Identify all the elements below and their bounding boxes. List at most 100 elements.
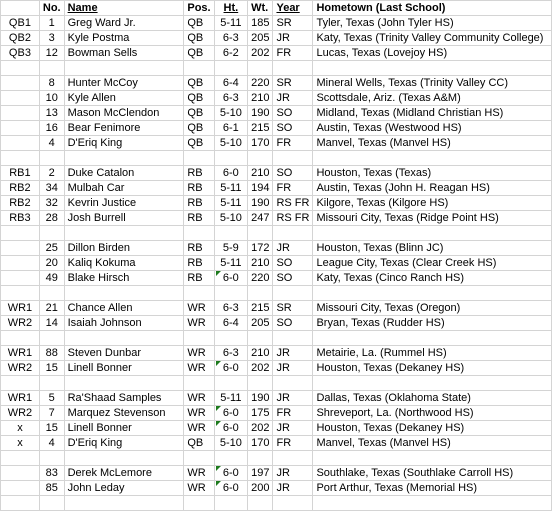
depth-chart-cell[interactable]: QB1 xyxy=(0,15,40,31)
weight-cell[interactable]: 190 xyxy=(247,390,274,406)
hometown-cell[interactable]: Manvel, Texas (Manvel HS) xyxy=(312,435,552,451)
hometown-cell[interactable]: Bryan, Texas (Rudder HS) xyxy=(312,315,552,331)
jersey-number-cell[interactable] xyxy=(38,285,65,301)
depth-chart-cell[interactable] xyxy=(0,225,40,241)
position-cell[interactable] xyxy=(183,285,215,301)
position-cell[interactable]: WR xyxy=(183,300,215,316)
jersey-number-cell[interactable] xyxy=(38,450,65,466)
header-pos-cell[interactable]: Pos. xyxy=(183,0,215,16)
height-cell[interactable]: 6-2 xyxy=(213,45,249,61)
height-cell[interactable]: 6-4 xyxy=(213,315,249,331)
weight-cell[interactable]: 170 xyxy=(247,135,274,151)
jersey-number-cell[interactable]: 16 xyxy=(38,120,65,136)
jersey-number-cell[interactable]: 21 xyxy=(38,300,65,316)
class-year-cell[interactable] xyxy=(272,375,314,391)
hometown-cell[interactable]: Manvel, Texas (Manvel HS) xyxy=(312,135,552,151)
position-cell[interactable]: QB xyxy=(183,105,215,121)
height-cell[interactable]: 6-3 xyxy=(213,300,249,316)
height-cell[interactable]: 6-0 xyxy=(213,420,249,436)
player-name-cell[interactable] xyxy=(63,330,185,346)
depth-chart-cell[interactable] xyxy=(0,450,40,466)
depth-chart-cell[interactable]: RB2 xyxy=(0,180,40,196)
height-cell[interactable] xyxy=(213,150,249,166)
class-year-cell[interactable] xyxy=(272,450,314,466)
class-year-cell[interactable]: JR xyxy=(272,480,314,496)
position-cell[interactable]: QB xyxy=(183,45,215,61)
player-name-cell[interactable]: Bowman Sells xyxy=(63,45,185,61)
jersey-number-cell[interactable]: 15 xyxy=(38,420,65,436)
jersey-number-cell[interactable]: 13 xyxy=(38,105,65,121)
jersey-number-cell[interactable] xyxy=(38,330,65,346)
weight-cell[interactable]: 220 xyxy=(247,270,274,286)
depth-chart-cell[interactable] xyxy=(0,465,40,481)
header-no-cell[interactable]: No. xyxy=(38,0,65,16)
player-name-cell[interactable] xyxy=(63,60,185,76)
position-cell[interactable]: QB xyxy=(183,135,215,151)
height-cell[interactable]: 6-0 xyxy=(213,405,249,421)
weight-cell[interactable] xyxy=(247,330,274,346)
player-name-cell[interactable]: John Leday xyxy=(63,480,185,496)
height-cell[interactable] xyxy=(213,285,249,301)
jersey-number-cell[interactable]: 15 xyxy=(38,360,65,376)
jersey-number-cell[interactable]: 85 xyxy=(38,480,65,496)
header-hometown-cell[interactable]: Hometown (Last School) xyxy=(312,0,552,16)
height-cell[interactable] xyxy=(213,225,249,241)
weight-cell[interactable] xyxy=(247,495,274,511)
hometown-cell[interactable]: Kilgore, Texas (Kilgore HS) xyxy=(312,195,552,211)
depth-chart-cell[interactable]: WR1 xyxy=(0,300,40,316)
depth-chart-cell[interactable] xyxy=(0,60,40,76)
weight-cell[interactable]: 215 xyxy=(247,120,274,136)
class-year-cell[interactable]: JR xyxy=(272,465,314,481)
player-name-cell[interactable]: Marquez Stevenson xyxy=(63,405,185,421)
position-cell[interactable]: RB xyxy=(183,210,215,226)
height-cell[interactable]: 5-11 xyxy=(213,15,249,31)
player-name-cell[interactable] xyxy=(63,285,185,301)
height-cell[interactable]: 6-0 xyxy=(213,465,249,481)
hometown-cell[interactable]: Austin, Texas (Westwood HS) xyxy=(312,120,552,136)
player-name-cell[interactable]: Duke Catalon xyxy=(63,165,185,181)
header-name-cell[interactable]: Name xyxy=(63,0,185,16)
depth-chart-cell[interactable]: QB3 xyxy=(0,45,40,61)
hometown-cell[interactable]: Shreveport, La. (Northwood HS) xyxy=(312,405,552,421)
position-cell[interactable]: QB xyxy=(183,30,215,46)
depth-chart-cell[interactable] xyxy=(0,480,40,496)
class-year-cell[interactable] xyxy=(272,495,314,511)
hometown-cell[interactable]: Metairie, La. (Rummel HS) xyxy=(312,345,552,361)
position-cell[interactable] xyxy=(183,330,215,346)
jersey-number-cell[interactable]: 25 xyxy=(38,240,65,256)
position-cell[interactable]: QB xyxy=(183,435,215,451)
jersey-number-cell[interactable] xyxy=(38,150,65,166)
class-year-cell[interactable]: JR xyxy=(272,345,314,361)
hometown-cell[interactable]: Tyler, Texas (John Tyler HS) xyxy=(312,15,552,31)
weight-cell[interactable]: 247 xyxy=(247,210,274,226)
position-cell[interactable] xyxy=(183,150,215,166)
height-cell[interactable] xyxy=(213,450,249,466)
jersey-number-cell[interactable] xyxy=(38,375,65,391)
position-cell[interactable]: RB xyxy=(183,195,215,211)
height-cell[interactable]: 5-10 xyxy=(213,210,249,226)
jersey-number-cell[interactable] xyxy=(38,495,65,511)
weight-cell[interactable]: 200 xyxy=(247,480,274,496)
weight-cell[interactable]: 205 xyxy=(247,315,274,331)
position-cell[interactable]: WR xyxy=(183,390,215,406)
height-cell[interactable]: 6-0 xyxy=(213,270,249,286)
depth-chart-cell[interactable]: WR2 xyxy=(0,405,40,421)
depth-chart-cell[interactable] xyxy=(0,285,40,301)
class-year-cell[interactable]: SO xyxy=(272,315,314,331)
weight-cell[interactable]: 210 xyxy=(247,345,274,361)
position-cell[interactable] xyxy=(183,225,215,241)
jersey-number-cell[interactable]: 49 xyxy=(38,270,65,286)
height-cell[interactable]: 6-3 xyxy=(213,345,249,361)
hometown-cell[interactable]: League City, Texas (Clear Creek HS) xyxy=(312,255,552,271)
weight-cell[interactable]: 202 xyxy=(247,420,274,436)
player-name-cell[interactable]: D'Eriq King xyxy=(63,135,185,151)
class-year-cell[interactable]: SR xyxy=(272,15,314,31)
height-cell[interactable]: 6-0 xyxy=(213,480,249,496)
jersey-number-cell[interactable]: 20 xyxy=(38,255,65,271)
height-cell[interactable]: 5-10 xyxy=(213,435,249,451)
weight-cell[interactable]: 220 xyxy=(247,75,274,91)
depth-chart-cell[interactable] xyxy=(0,150,40,166)
jersey-number-cell[interactable]: 3 xyxy=(38,30,65,46)
jersey-number-cell[interactable] xyxy=(38,60,65,76)
height-cell[interactable]: 6-3 xyxy=(213,90,249,106)
